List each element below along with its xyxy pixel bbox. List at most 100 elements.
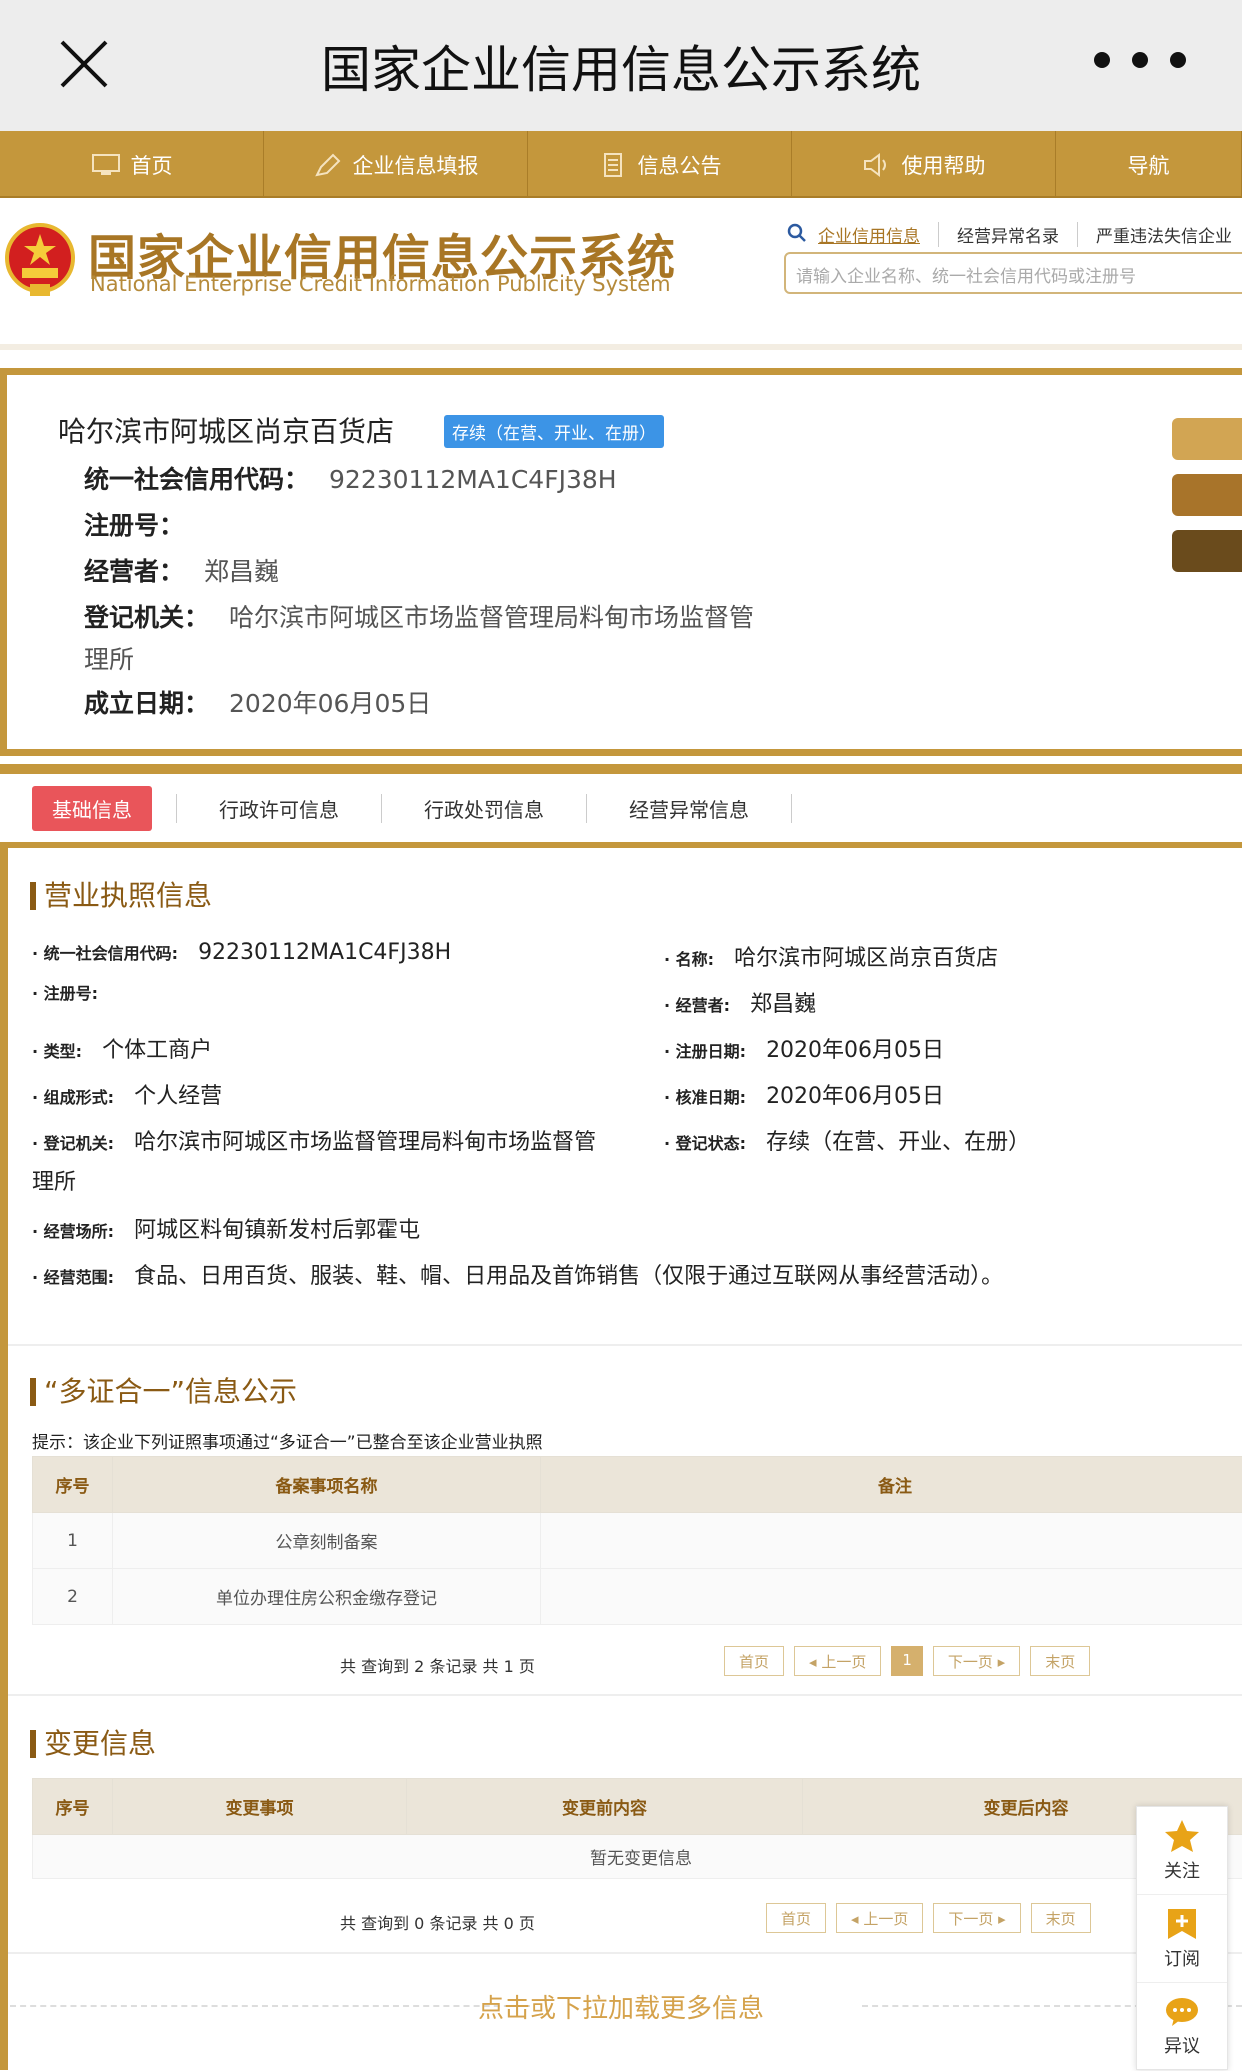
speaker-icon (862, 153, 892, 177)
info-tabs: 基础信息 行政许可信息 行政处罚信息 经营异常信息 (0, 774, 1242, 848)
cell (541, 1513, 1242, 1569)
divider (8, 1952, 1242, 1954)
prev-page-button[interactable]: ◂ 上一页 (794, 1646, 881, 1676)
more-icon[interactable] (1094, 52, 1186, 76)
pager-info: 共 查询到 0 条记录 共 0 页 (340, 1910, 535, 1934)
pager-info: 共 查询到 2 条记录 共 1 页 (340, 1653, 535, 1677)
cell: 单位办理住房公积金缴存登记 (113, 1569, 541, 1625)
summary-authority-cont: 理所 (84, 640, 134, 676)
license-place: 经营场所:阿城区料甸镇新发村后郭霍屯 (32, 1212, 420, 1244)
last-page-button[interactable]: 末页 (1030, 1646, 1090, 1676)
nav-label: 信息公告 (638, 150, 722, 180)
tab-admin-penalty[interactable]: 行政处罚信息 (382, 794, 587, 823)
tab-abnormal[interactable]: 经营异常信息 (587, 794, 792, 823)
license-approve-date: 核准日期:2020年06月05日 (664, 1078, 944, 1110)
multi-hint: 提示：该企业下列证照事项通过“多证合一”已整合至该企业营业执照 (32, 1428, 543, 1453)
last-page-button[interactable]: 末页 (1031, 1903, 1091, 1933)
license-operator: 经营者:郑昌巍 (664, 986, 816, 1018)
follow-label: 关注 (1164, 1857, 1200, 1883)
chat-bubble-icon (1164, 1996, 1200, 2028)
first-page-button[interactable]: 首页 (766, 1903, 826, 1933)
summary-date: 成立日期：2020年06月05日 (84, 684, 431, 720)
section-title-license: 营业执照信息 (30, 882, 212, 910)
nav-announcement[interactable]: 信息公告 (528, 131, 792, 198)
nav-label: 使用帮助 (902, 150, 986, 180)
side-button-2[interactable] (1172, 474, 1242, 516)
nav-fill-report[interactable]: 企业信息填报 (264, 131, 528, 198)
summary-uscc: 统一社会信用代码：92230112MA1C4FJ38H (84, 460, 617, 496)
bookmark-plus-icon (1166, 1907, 1198, 1941)
license-name: 名称:哈尔滨市阿城区尚京百货店 (664, 940, 998, 972)
tab-basic-info[interactable]: 基础信息 (32, 786, 152, 831)
follow-button[interactable]: 关注 (1137, 1807, 1227, 1895)
search-input[interactable]: 请输入企业名称、统一社会信用代码或注册号 (784, 252, 1242, 294)
wechat-titlebar: 国家企业信用信息公示系统 (0, 0, 1242, 131)
side-button-3[interactable] (1172, 530, 1242, 572)
first-page-button[interactable]: 首页 (724, 1646, 784, 1676)
nav-guide[interactable]: 导航 (1056, 131, 1242, 198)
prev-page-button[interactable]: ◂ 上一页 (836, 1903, 923, 1933)
search-tab-label: 企业信用信息 (818, 227, 920, 247)
multi-table: 序号 备案事项名称 备注 1 公章刻制备案 2 单位办理住房公积金缴存登记 (32, 1456, 1242, 1625)
next-page-button[interactable]: 下一页 ▸ (933, 1646, 1020, 1676)
cell: 2 (33, 1569, 113, 1625)
objection-button[interactable]: 异议 (1137, 1983, 1227, 2071)
license-scope: 经营范围:食品、日用百货、服装、鞋、帽、日用品及首饰销售（仅限于通过互联网从事经… (32, 1258, 1003, 1290)
table-header: 序号 变更事项 变更前内容 变更后内容 (33, 1779, 1242, 1835)
cell: 公章刻制备案 (113, 1513, 541, 1569)
page-title: 国家企业信用信息公示系统 (0, 30, 1242, 102)
divider (8, 1694, 1242, 1696)
table-row: 1 公章刻制备案 (33, 1513, 1242, 1569)
edit-icon (313, 153, 343, 177)
nav-home[interactable]: 首页 (0, 131, 264, 198)
top-navigation: 首页 企业信息填报 信息公告 使用帮助 导航 (0, 131, 1242, 198)
side-button-1[interactable] (1172, 418, 1242, 460)
status-badge: 存续（在营、开业、在册） (444, 415, 664, 448)
license-form: 组成形式:个人经营 (32, 1078, 222, 1110)
nav-help[interactable]: 使用帮助 (792, 131, 1056, 198)
next-page-button[interactable]: 下一页 ▸ (933, 1903, 1020, 1933)
empty-message: 暂无变更信息 (33, 1835, 1242, 1879)
col-header: 序号 (33, 1779, 113, 1835)
license-regno: 注册号: (32, 980, 118, 1005)
search-tab-credit[interactable]: 企业信用信息 (786, 222, 939, 247)
load-more-link[interactable]: 点击或下拉加载更多信息 (0, 1988, 1242, 2025)
company-name: 哈尔滨市阿城区尚京百货店 (58, 410, 394, 450)
cell: 1 (33, 1513, 113, 1569)
search-icon (786, 222, 808, 244)
summary-regno: 注册号： (84, 506, 184, 542)
col-header: 备注 (541, 1457, 1242, 1513)
section-title-change: 变更信息 (30, 1730, 156, 1758)
divider (0, 764, 1242, 774)
star-icon (1164, 1819, 1200, 1853)
page-number-button[interactable]: 1 (891, 1646, 923, 1676)
table-header: 序号 备案事项名称 备注 (33, 1457, 1242, 1513)
search-tab-abnormal[interactable]: 经营异常名录 (939, 222, 1078, 247)
pagination: 首页 ◂ 上一页 1 下一页 ▸ 末页 (724, 1646, 1090, 1676)
floating-actions: 关注 订阅 异议 (1136, 1806, 1228, 2070)
col-header: 序号 (33, 1457, 113, 1513)
search-tabs: 企业信用信息 经营异常名录 严重违法失信企业 (786, 222, 1242, 247)
change-table: 序号 变更事项 变更前内容 变更后内容 暂无变更信息 (32, 1778, 1242, 1879)
summary-operator: 经营者：郑昌巍 (84, 552, 279, 588)
license-authority-cont: 理所 (32, 1164, 76, 1196)
pagination: 首页 ◂ 上一页 下一页 ▸ 末页 (766, 1903, 1091, 1933)
national-emblem-icon (4, 222, 76, 298)
summary-authority: 登记机关：哈尔滨市阿城区市场监督管理局料甸市场监督管 (84, 598, 754, 634)
col-header: 变更事项 (113, 1779, 407, 1835)
license-state: 登记状态:存续（在营、开业、在册） (664, 1124, 1030, 1156)
nav-label: 导航 (1128, 150, 1170, 180)
license-authority: 登记机关:哈尔滨市阿城区市场监督管理局料甸市场监督管 (32, 1124, 596, 1156)
nav-label: 企业信息填报 (353, 150, 479, 180)
license-regdate: 注册日期:2020年06月05日 (664, 1032, 944, 1064)
monitor-icon (91, 153, 121, 177)
divider (8, 1344, 1242, 1346)
col-header: 变更前内容 (407, 1779, 803, 1835)
objection-label: 异议 (1164, 2032, 1200, 2058)
tab-admin-license[interactable]: 行政许可信息 (176, 794, 382, 823)
brand-title-en: National Enterprise Credit Information P… (90, 272, 671, 296)
license-type: 类型:个体工商户 (32, 1032, 212, 1064)
search-tab-blacklist[interactable]: 严重违法失信企业 (1078, 222, 1242, 247)
col-header: 备案事项名称 (113, 1457, 541, 1513)
subscribe-button[interactable]: 订阅 (1137, 1895, 1227, 1983)
